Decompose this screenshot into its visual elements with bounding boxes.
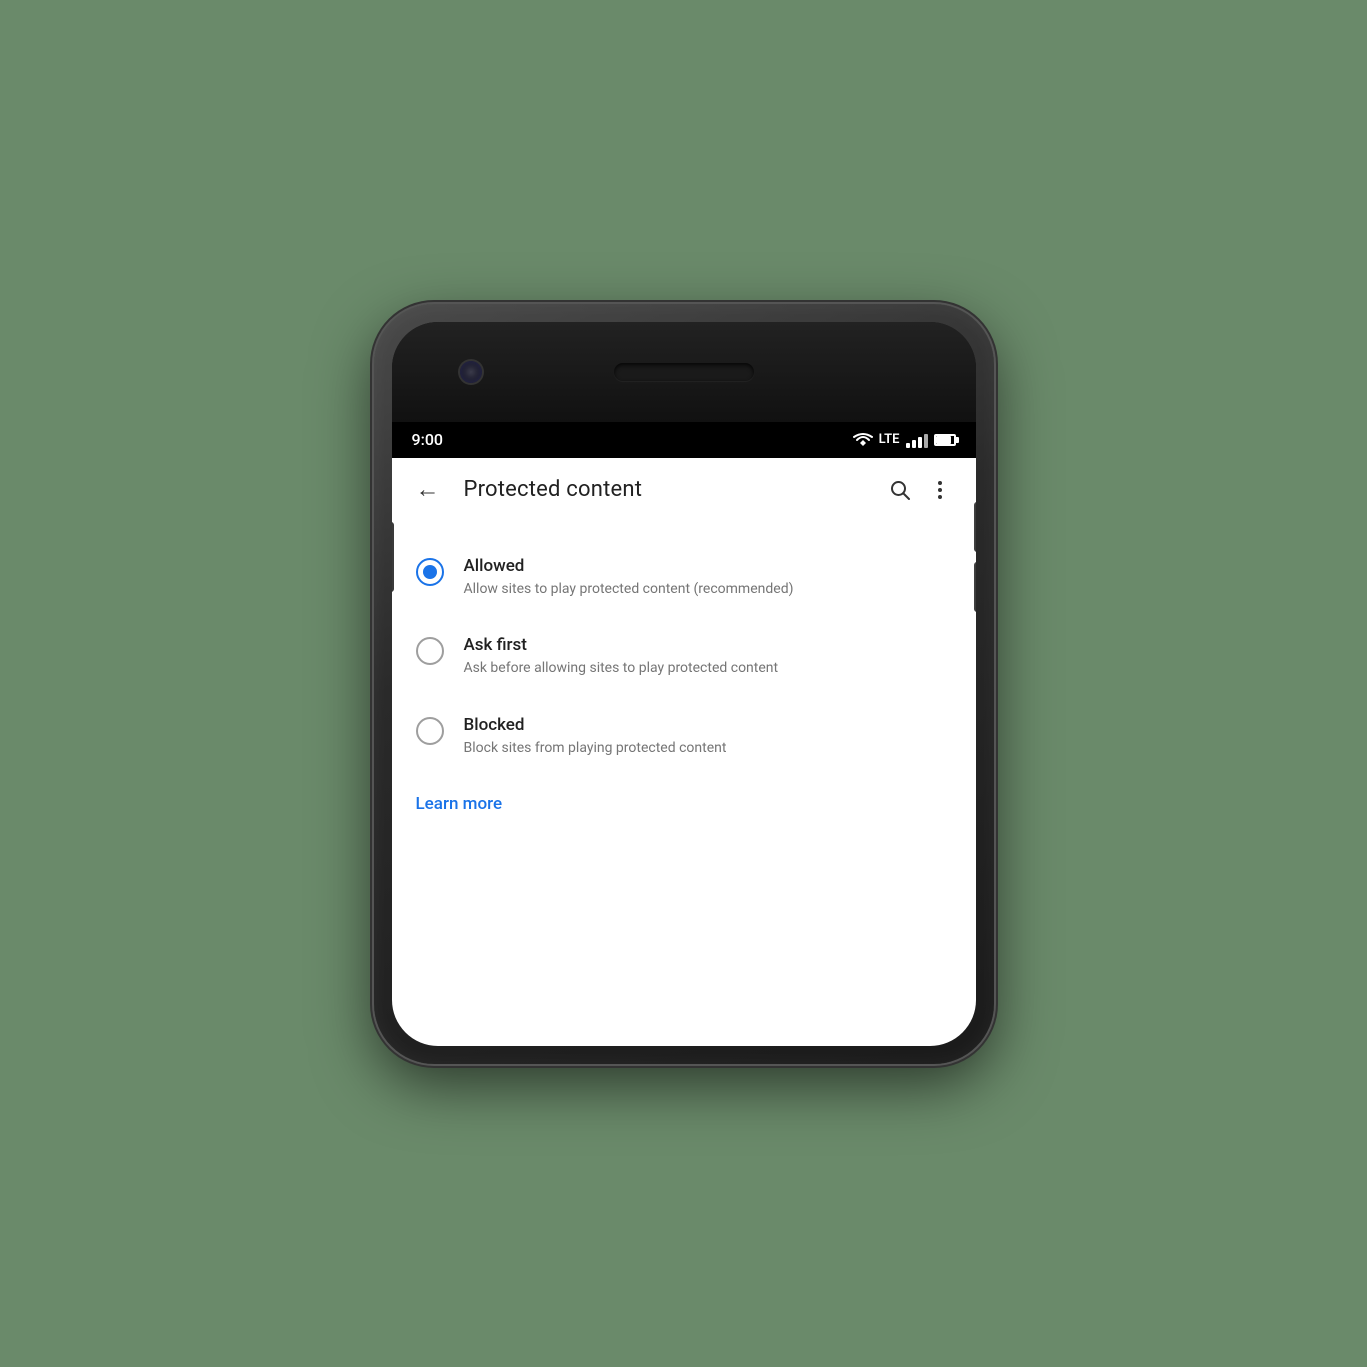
- page-title: Protected content: [464, 477, 880, 502]
- status-icons: LTE: [853, 432, 956, 448]
- option-ask-first-text: Ask first Ask before allowing sites to p…: [464, 635, 952, 679]
- battery-icon: [934, 434, 956, 446]
- signal-icon: [906, 432, 928, 448]
- option-allowed-desc: Allow sites to play protected content (r…: [464, 580, 952, 600]
- radio-allowed[interactable]: [416, 558, 444, 586]
- option-allowed-title: Allowed: [464, 556, 952, 576]
- learn-more-link[interactable]: Learn more: [392, 776, 527, 832]
- radio-ask-first[interactable]: [416, 637, 444, 665]
- volume-down-button[interactable]: [974, 562, 976, 612]
- option-blocked-desc: Block sites from playing protected conte…: [464, 739, 952, 759]
- screen-content: ← Protected content: [392, 458, 976, 1046]
- volume-up-button[interactable]: [974, 502, 976, 552]
- option-ask-first-title: Ask first: [464, 635, 952, 655]
- power-button[interactable]: [392, 522, 394, 592]
- more-options-button[interactable]: [920, 470, 960, 510]
- option-ask-first[interactable]: Ask first Ask before allowing sites to p…: [392, 617, 976, 697]
- option-allowed-text: Allowed Allow sites to play protected co…: [464, 556, 952, 600]
- status-bar: 9:00 LTE: [392, 422, 976, 458]
- option-allowed[interactable]: Allowed Allow sites to play protected co…: [392, 538, 976, 618]
- front-camera: [460, 361, 482, 383]
- option-blocked-title: Blocked: [464, 715, 952, 735]
- status-time: 9:00: [412, 430, 444, 449]
- search-icon: [888, 478, 912, 502]
- more-options-icon: [928, 478, 952, 502]
- wifi-icon: [853, 432, 873, 448]
- app-bar: ← Protected content: [392, 458, 976, 522]
- lte-label: LTE: [879, 432, 900, 447]
- option-blocked[interactable]: Blocked Block sites from playing protect…: [392, 697, 976, 777]
- top-bezel: [392, 322, 976, 422]
- option-blocked-text: Blocked Block sites from playing protect…: [464, 715, 952, 759]
- search-button[interactable]: [880, 470, 920, 510]
- radio-inner-dot: [423, 565, 437, 579]
- speaker: [614, 363, 754, 381]
- back-arrow-icon: ←: [416, 475, 440, 504]
- back-button[interactable]: ←: [408, 470, 448, 510]
- option-ask-first-desc: Ask before allowing sites to play protec…: [464, 659, 952, 679]
- options-list: Allowed Allow sites to play protected co…: [392, 522, 976, 849]
- radio-blocked[interactable]: [416, 717, 444, 745]
- phone-device: 9:00 LTE: [374, 304, 994, 1064]
